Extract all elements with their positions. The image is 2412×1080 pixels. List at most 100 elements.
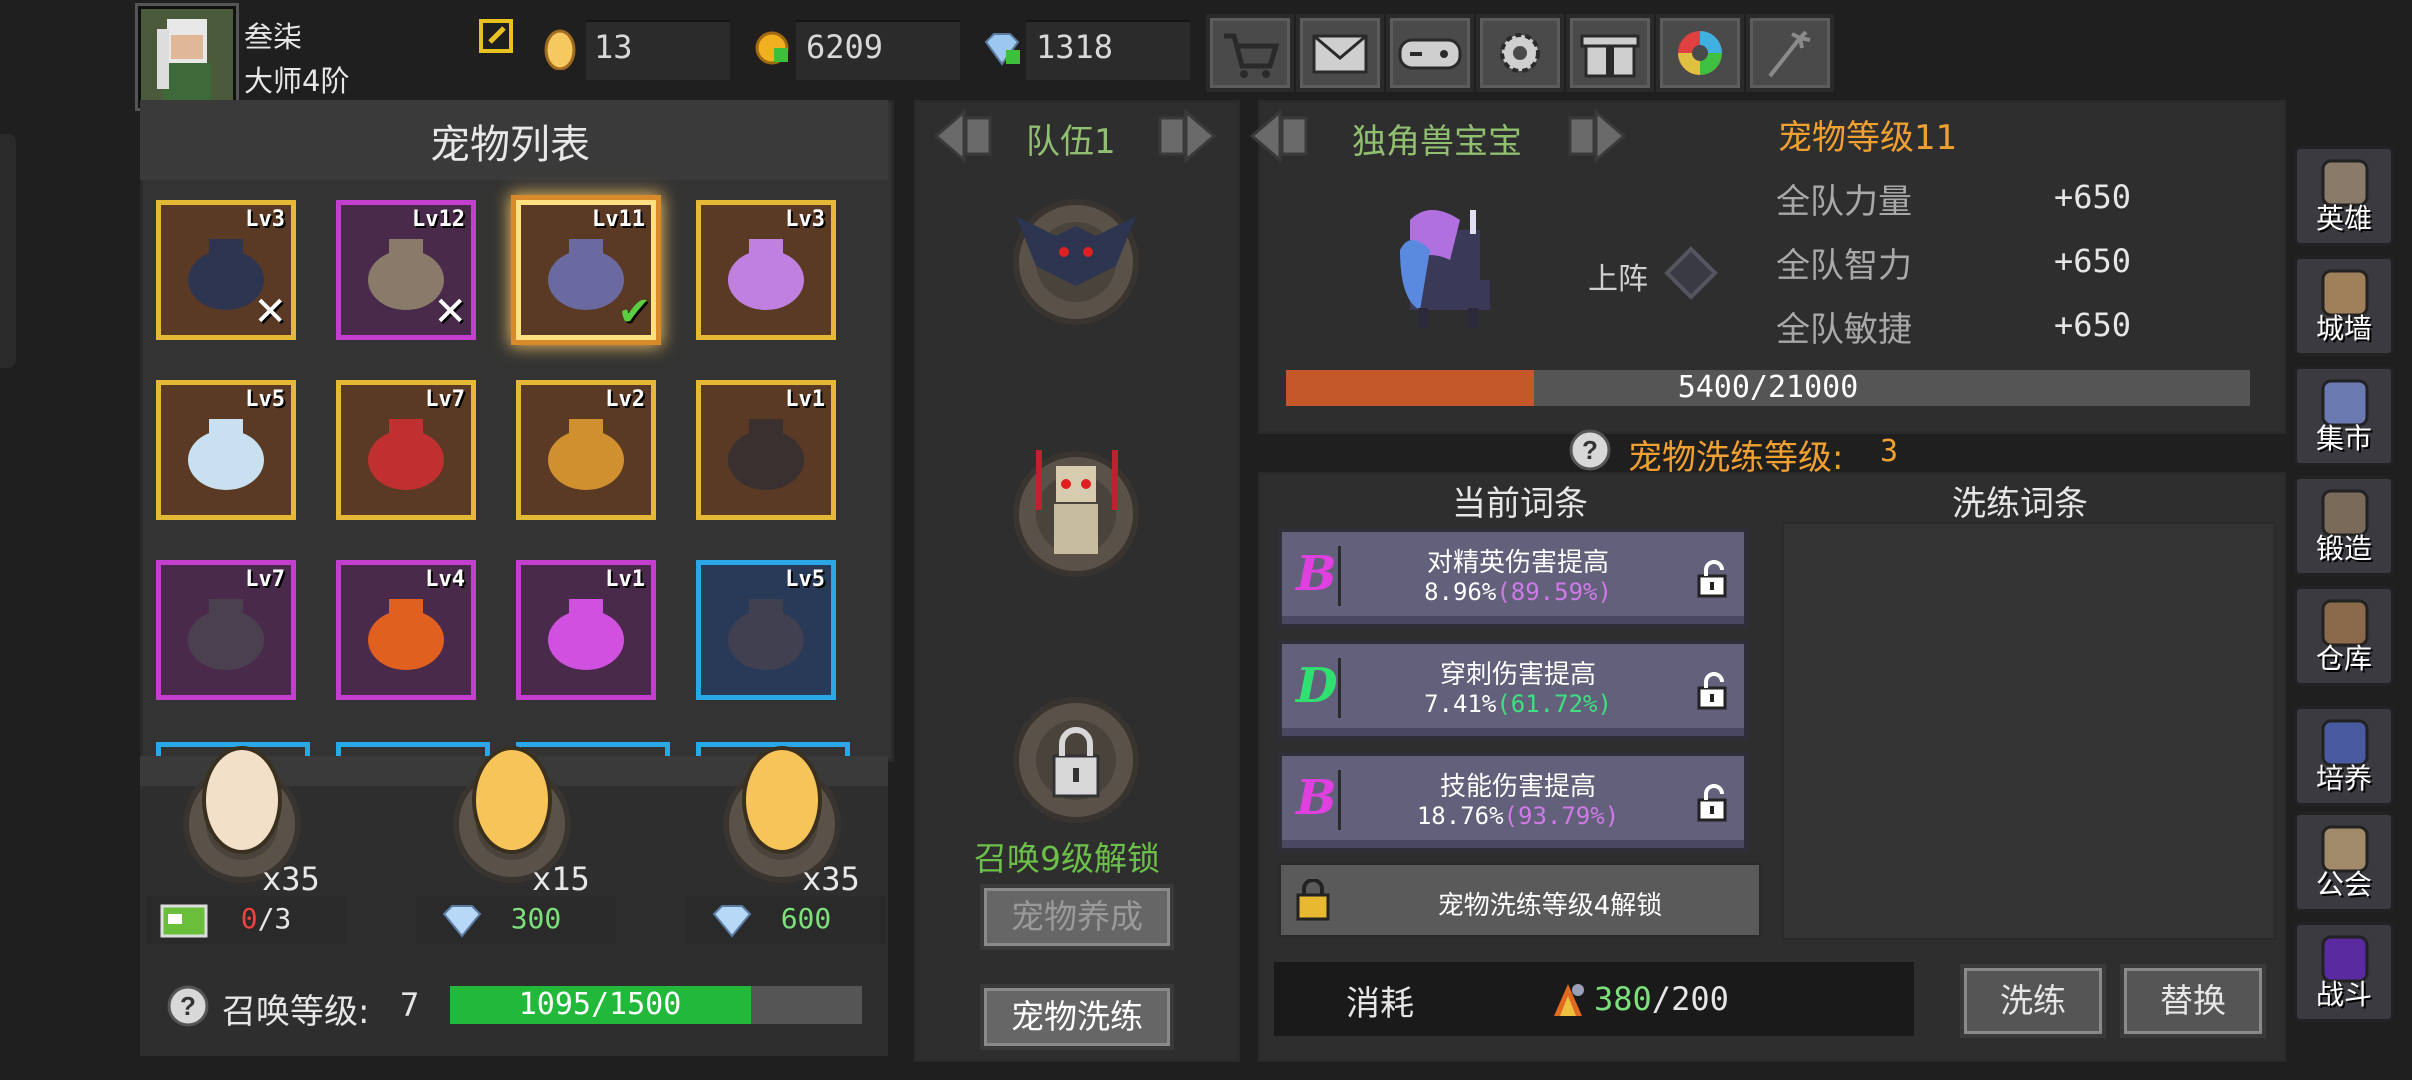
pet-slot[interactable]: Lv12 ✕: [336, 200, 476, 340]
team-slot-1[interactable]: [996, 186, 1156, 326]
side-menu-label: 集市: [2315, 422, 2372, 455]
unlock-icon[interactable]: [1696, 784, 1730, 822]
edge-drawer-tab[interactable]: [0, 134, 16, 368]
pet-level-badge: Lv12: [412, 207, 465, 232]
summon-level-label: 召唤等级:: [222, 992, 370, 1032]
pet-level-badge: Lv7: [245, 567, 285, 592]
team-title: 队伍1: [1026, 122, 1116, 162]
cost-amount: 380/200: [1594, 980, 1729, 1018]
locked-affix-slot: 宠物洗练等级4解锁: [1278, 862, 1762, 938]
svg-text:?: ?: [1582, 435, 1598, 465]
deploy-label: 上阵: [1588, 262, 1648, 297]
pet-slot[interactable]: Lv5: [696, 560, 836, 700]
side-menu-portal[interactable]: 战斗: [2294, 922, 2394, 1022]
pet-slot[interactable]: Lv3 ✕: [156, 200, 296, 340]
fireworks-icon: [1768, 30, 1811, 78]
gamepad-icon: [1398, 38, 1462, 70]
pet-slot[interactable]: Lv1: [516, 560, 656, 700]
pet-slot[interactable]: Lv3: [696, 200, 836, 340]
deploy-toggle[interactable]: [1664, 246, 1718, 300]
affix-row[interactable]: D 穿刺伤害提高 7.41%(61.72%): [1278, 640, 1748, 740]
cart-icon: [1224, 33, 1280, 78]
pet-slot[interactable]: Lv2: [516, 380, 656, 520]
side-menu-warehouse[interactable]: 仓库: [2294, 586, 2394, 686]
egg-count-label: x35: [802, 860, 860, 898]
pet-next-arrow[interactable]: [1566, 108, 1626, 164]
affix-row[interactable]: B 对精英伤害提高 8.96%(89.59%): [1278, 528, 1748, 628]
pet-slot[interactable]: Lv11 ✔: [516, 200, 656, 340]
side-menu-helmet[interactable]: 英雄: [2294, 146, 2394, 246]
gift-button[interactable]: [1566, 14, 1654, 92]
team-slot-3-locked: [1013, 697, 1139, 823]
pet-level-badge: Lv5: [785, 567, 825, 592]
pet-slot[interactable]: Lv7: [156, 560, 296, 700]
pet-level-badge: Lv2: [605, 387, 645, 412]
refine-affix-header: 洗练词条: [1952, 484, 2088, 524]
pet-list-title: 宠物列表: [430, 122, 590, 168]
unlock-icon[interactable]: [1696, 560, 1730, 598]
side-menu-trophy[interactable]: 培养: [2294, 706, 2394, 806]
team-prev-arrow[interactable]: [934, 108, 994, 164]
summon-cost-box[interactable]: 600: [686, 896, 886, 944]
affix-grade: B: [1296, 770, 1337, 826]
fireworks-button[interactable]: [1746, 14, 1834, 92]
team-next-arrow[interactable]: [1156, 108, 1216, 164]
pet-refine-tab-button[interactable]: 宠物洗练: [980, 984, 1174, 1050]
pet-level: 宠物等级11: [1778, 118, 1958, 158]
side-menu-label: 锻造: [2315, 532, 2372, 565]
pet-slot[interactable]: Lv4: [336, 560, 476, 700]
affix-name: 对精英伤害提高: [1426, 548, 1609, 578]
pet-nurture-button[interactable]: 宠物养成: [980, 884, 1174, 950]
affix-divider: [1338, 770, 1341, 830]
refine-help-icon[interactable]: ?: [1568, 428, 1612, 472]
player-rank: 大师4阶: [244, 64, 350, 98]
gold-coin-icon: [755, 31, 789, 65]
cost-have: 380: [1594, 980, 1652, 1018]
stat-value-intelligence: +650: [2054, 242, 2132, 280]
diamond-icon: [984, 33, 1020, 66]
side-menu-label: 公会: [2315, 868, 2372, 901]
pet-slot[interactable]: Lv7: [336, 380, 476, 520]
gamepad-button[interactable]: [1386, 14, 1474, 92]
side-menu-label: 战斗: [2315, 978, 2372, 1011]
refine-button[interactable]: 洗练: [1960, 964, 2106, 1038]
side-menu-label: 城墙: [2315, 312, 2372, 345]
side-menu-anvil[interactable]: 锻造: [2294, 476, 2394, 576]
mail-button[interactable]: [1296, 14, 1384, 92]
affix-row[interactable]: B 技能伤害提高 18.76%(93.79%): [1278, 752, 1748, 852]
summon-cost-box[interactable]: 0/3: [146, 896, 346, 944]
avatar-portrait: [141, 9, 233, 105]
unavailable-x-icon: ✕: [253, 289, 287, 335]
affix-value-number: 18.76%: [1416, 802, 1504, 830]
team-slot-2[interactable]: [996, 430, 1156, 590]
replace-button[interactable]: 替换: [2120, 964, 2266, 1038]
pet-slot[interactable]: Lv5: [156, 380, 296, 520]
pet-name: 独角兽宝宝: [1352, 122, 1522, 162]
edit-icon[interactable]: [478, 18, 514, 54]
side-menu-castle-wall[interactable]: 城墙: [2294, 256, 2394, 356]
gift-icon: [1580, 34, 1640, 78]
summon-cost-box[interactable]: 300: [416, 896, 616, 944]
unavailable-x-icon: ✕: [433, 289, 467, 335]
unlock-icon[interactable]: [1696, 672, 1730, 710]
shop-button[interactable]: [1206, 14, 1294, 92]
side-menu-market[interactable]: 集市: [2294, 366, 2394, 466]
affix-value: 8.96%(89.59%): [1352, 578, 1684, 606]
help-icon[interactable]: ?: [166, 984, 210, 1028]
color-wheel-button[interactable]: [1656, 14, 1744, 92]
stat-value-strength: +650: [2054, 178, 2132, 216]
settings-button[interactable]: [1476, 14, 1564, 92]
pet-level-badge: Lv3: [785, 207, 825, 232]
pet-level-badge: Lv1: [605, 567, 645, 592]
affix-value: 7.41%(61.72%): [1352, 690, 1684, 718]
pet-slot[interactable]: Lv1: [696, 380, 836, 520]
cost-label: 消耗: [1346, 984, 1414, 1024]
player-avatar[interactable]: [138, 6, 236, 108]
summon-progress-text: 1095/1500: [518, 987, 682, 1022]
diamond-cost: 300: [510, 902, 562, 935]
side-menu-guild[interactable]: 公会: [2294, 812, 2394, 912]
pet-prev-arrow[interactable]: [1250, 108, 1310, 164]
stat-label-intelligence: 全队智力: [1776, 246, 1912, 286]
affix-name: 技能伤害提高: [1439, 772, 1596, 802]
color-wheel-icon: [1678, 31, 1722, 75]
